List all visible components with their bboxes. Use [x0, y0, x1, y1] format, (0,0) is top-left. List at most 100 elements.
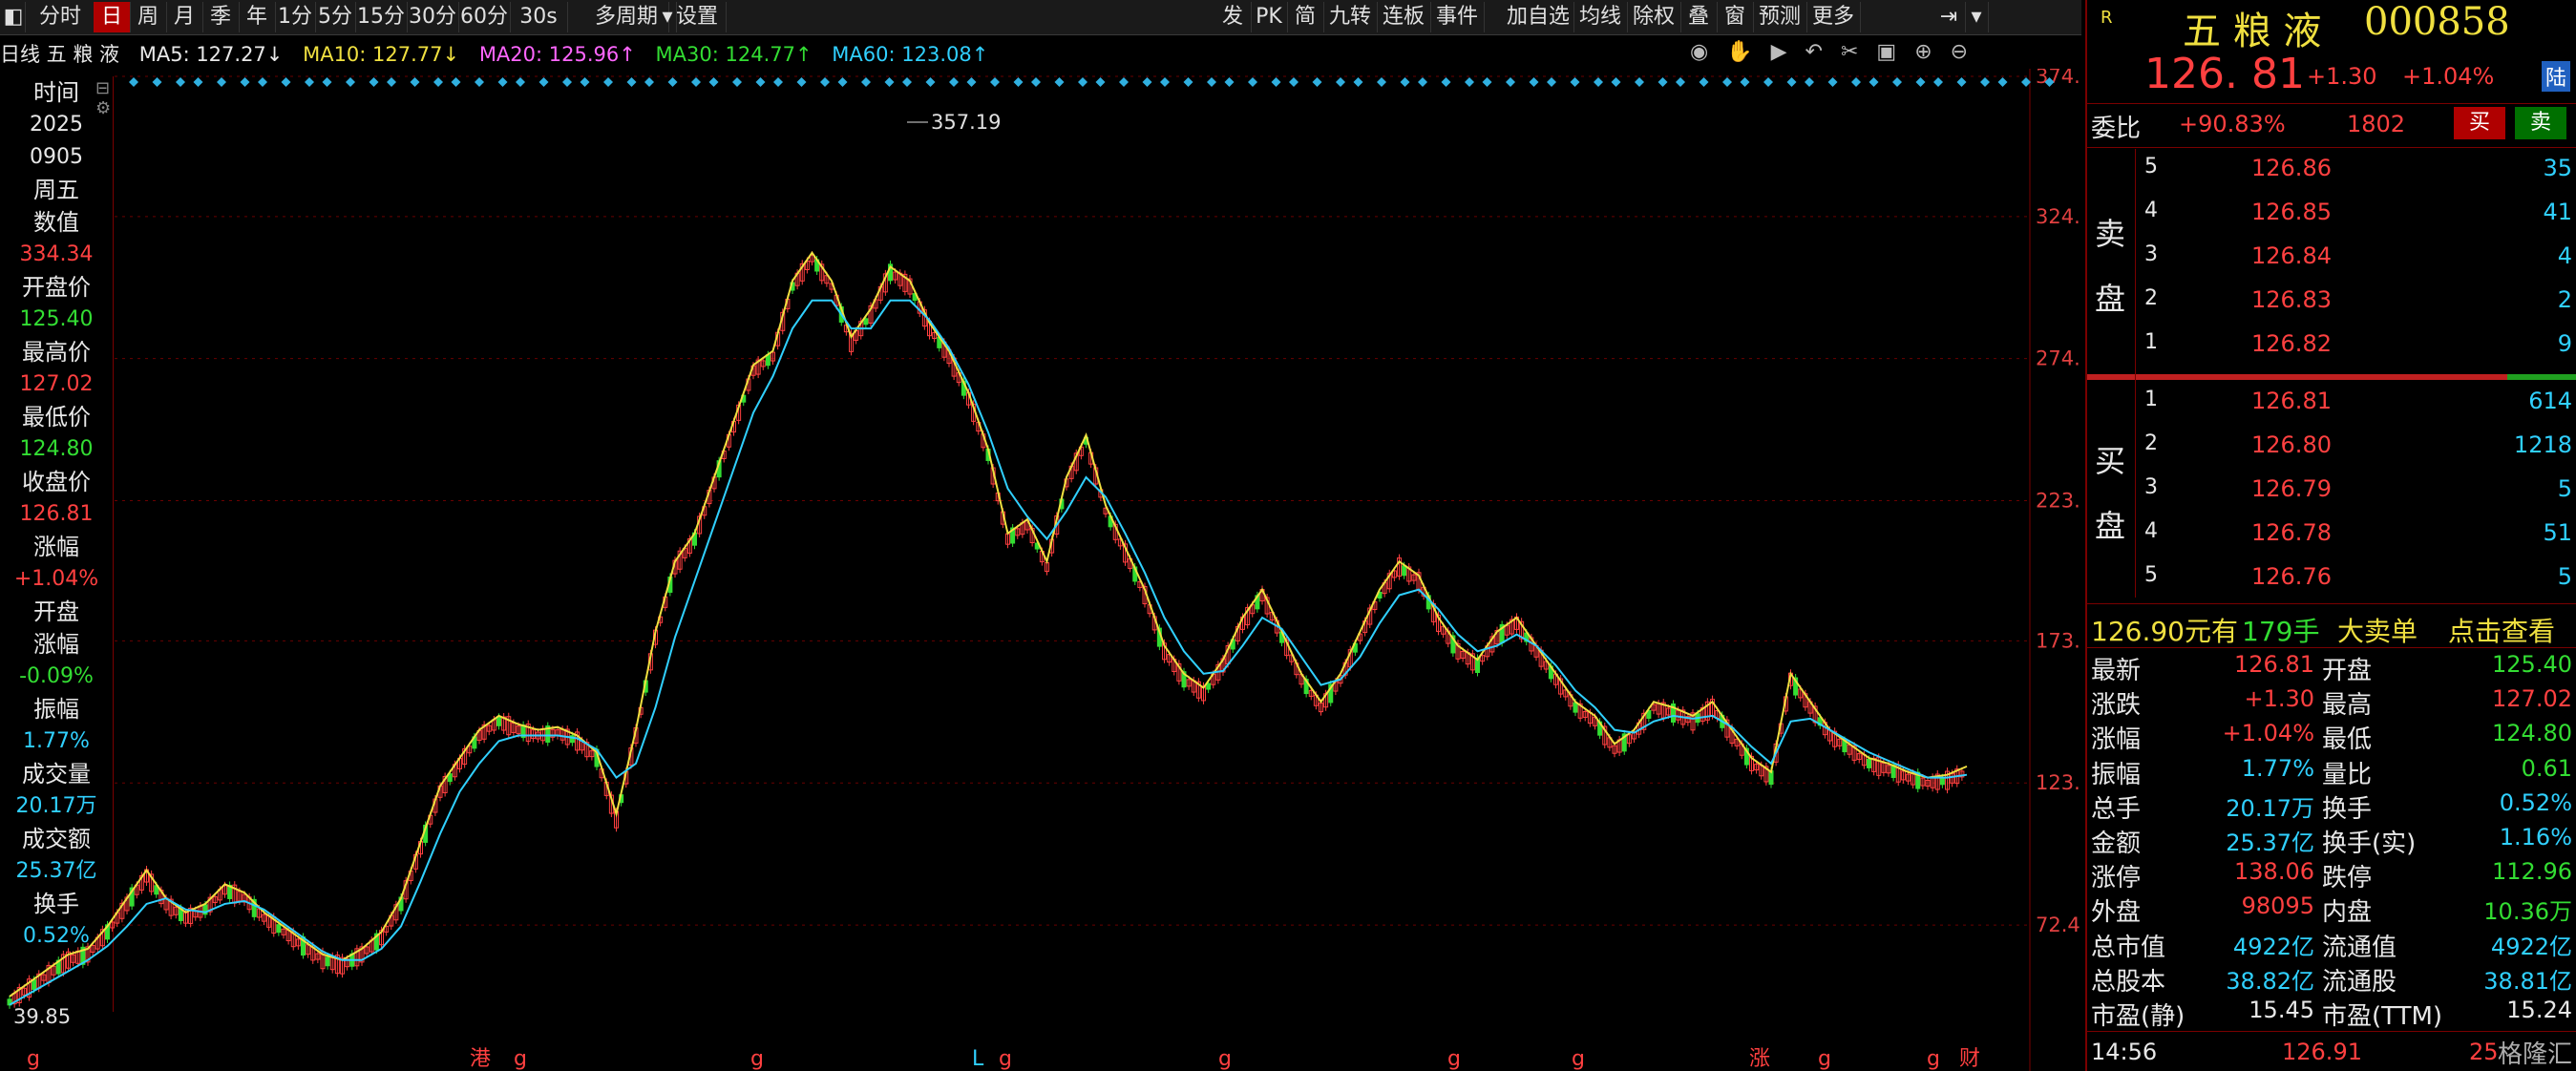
event-marker[interactable]	[861, 77, 871, 87]
more-dropdown-icon[interactable]: ▾	[1965, 2, 1989, 32]
bottom-marker[interactable]: g	[1818, 1047, 1831, 1071]
toolbar-item-9[interactable]: 30分	[407, 2, 459, 32]
toolbar-item-6[interactable]: 1分	[275, 2, 316, 32]
toolbar-item-4[interactable]: 季	[202, 2, 240, 32]
zoom-in-icon[interactable]: ⊕	[1914, 40, 1932, 64]
event-marker[interactable]	[732, 77, 742, 87]
event-marker[interactable]	[603, 77, 613, 87]
event-marker[interactable]	[580, 77, 590, 87]
event-marker[interactable]	[1740, 77, 1750, 87]
event-marker[interactable]	[1980, 77, 1990, 87]
event-marker[interactable]	[644, 77, 654, 87]
toolbar-item-23[interactable]: 叠	[1680, 2, 1718, 32]
event-marker[interactable]	[1529, 77, 1539, 87]
hand-icon[interactable]: ✋	[1726, 40, 1752, 64]
event-marker[interactable]	[451, 77, 461, 87]
event-marker[interactable]	[562, 77, 572, 87]
event-marker[interactable]	[1377, 77, 1386, 87]
bottom-marker[interactable]: 涨	[1749, 1047, 1770, 1071]
event-marker[interactable]	[497, 77, 508, 87]
event-marker[interactable]	[755, 77, 766, 87]
eye-icon[interactable]: ◉	[1690, 40, 1708, 64]
event-marker[interactable]	[1506, 77, 1515, 87]
event-marker[interactable]	[1224, 77, 1235, 87]
bottom-marker[interactable]: L	[972, 1047, 984, 1071]
event-marker[interactable]	[193, 77, 203, 87]
event-marker[interactable]	[1054, 77, 1065, 87]
event-marker[interactable]	[1248, 77, 1257, 87]
event-marker[interactable]	[538, 77, 549, 87]
lu-badge[interactable]: 陆	[2542, 61, 2571, 92]
event-marker[interactable]	[990, 77, 1000, 87]
toolbar-item-25[interactable]: 预测	[1753, 2, 1807, 32]
event-marker[interactable]	[708, 77, 719, 87]
event-marker[interactable]	[1183, 77, 1193, 87]
event-marker[interactable]	[1594, 77, 1603, 87]
event-marker[interactable]	[1722, 77, 1732, 87]
sidebar-toggle-icon[interactable]: ◧	[2, 2, 26, 32]
toolbar-item-26[interactable]: 更多	[1806, 2, 1861, 32]
event-marker[interactable]	[369, 77, 379, 87]
event-marker[interactable]	[1312, 77, 1322, 87]
event-marker[interactable]	[1869, 77, 1879, 87]
toolbar-item-1[interactable]: 日	[94, 2, 131, 32]
toolbar-item-20[interactable]: 加自选	[1503, 2, 1574, 32]
event-marker[interactable]	[1441, 77, 1451, 87]
event-marker[interactable]	[1078, 77, 1087, 87]
bottom-marker[interactable]: g	[27, 1047, 40, 1071]
event-marker[interactable]	[1336, 77, 1345, 87]
event-marker[interactable]	[773, 77, 783, 87]
event-marker[interactable]	[949, 77, 959, 87]
event-marker[interactable]	[1482, 77, 1492, 87]
event-marker[interactable]	[1915, 77, 1926, 87]
event-marker[interactable]	[258, 77, 267, 87]
toolbar-item-16[interactable]: 简	[1287, 2, 1324, 32]
bigorder-link[interactable]: 点击查看	[2448, 611, 2555, 649]
buy-button[interactable]: 买	[2454, 107, 2505, 139]
event-marker[interactable]	[1611, 77, 1621, 87]
event-marker[interactable]	[1418, 77, 1427, 87]
toolbar-item-12[interactable]: 多周期	[584, 2, 669, 32]
event-marker[interactable]	[796, 77, 807, 87]
event-marker[interactable]	[1353, 77, 1363, 87]
toolbar-item-8[interactable]: 15分	[355, 2, 408, 32]
toolbar-item-21[interactable]: 均线	[1573, 2, 1628, 32]
event-marker[interactable]	[1465, 77, 1474, 87]
undo-icon[interactable]: ↶	[1805, 40, 1823, 64]
play-icon[interactable]: ▶	[1771, 40, 1787, 64]
bottom-marker[interactable]: g	[1572, 1047, 1585, 1071]
zoom-out-icon[interactable]: ⊖	[1951, 40, 1968, 64]
event-marker[interactable]	[1547, 77, 1556, 87]
expand-icon[interactable]: ⇥	[1932, 2, 1966, 32]
event-marker[interactable]	[1119, 77, 1129, 87]
event-marker[interactable]	[1851, 77, 1861, 87]
event-marker[interactable]	[1289, 77, 1299, 87]
event-marker[interactable]	[1570, 77, 1580, 87]
event-marker[interactable]	[129, 77, 138, 87]
event-marker[interactable]	[1142, 77, 1152, 87]
bottom-marker[interactable]: g	[514, 1047, 527, 1071]
toolbar-item-0[interactable]: 分时	[27, 2, 95, 32]
kline-chart[interactable]: 374.84 324.89 274.28 223.66 173.71 123.09 72.4…	[0, 69, 2081, 1071]
event-marker[interactable]	[837, 77, 848, 87]
event-marker[interactable]	[305, 77, 314, 87]
toolbar-item-19[interactable]: 事件	[1430, 2, 1485, 32]
toolbar-item-10[interactable]: 60分	[458, 2, 511, 32]
bottom-marker[interactable]: 港	[470, 1047, 491, 1071]
event-marker[interactable]	[1676, 77, 1685, 87]
toolbar-item-7[interactable]: 5分	[315, 2, 356, 32]
scissors-icon[interactable]: ✂	[1841, 40, 1858, 64]
event-marker[interactable]	[176, 77, 185, 87]
event-marker[interactable]	[820, 77, 830, 87]
bottom-marker[interactable]: g	[1927, 1047, 1940, 1071]
event-marker[interactable]	[925, 77, 936, 87]
toolbar-item-2[interactable]: 周	[130, 2, 167, 32]
toolbar-item-17[interactable]: 九转	[1323, 2, 1378, 32]
event-marker[interactable]	[626, 77, 637, 87]
sell-button[interactable]: 卖	[2515, 107, 2566, 139]
lock-icon[interactable]: ▣	[1876, 40, 1896, 64]
event-marker[interactable]	[281, 77, 291, 87]
toolbar-item-11[interactable]: 30s	[510, 2, 568, 32]
toolbar-item-13[interactable]: 设置	[668, 2, 727, 32]
event-marker[interactable]	[1635, 77, 1644, 87]
